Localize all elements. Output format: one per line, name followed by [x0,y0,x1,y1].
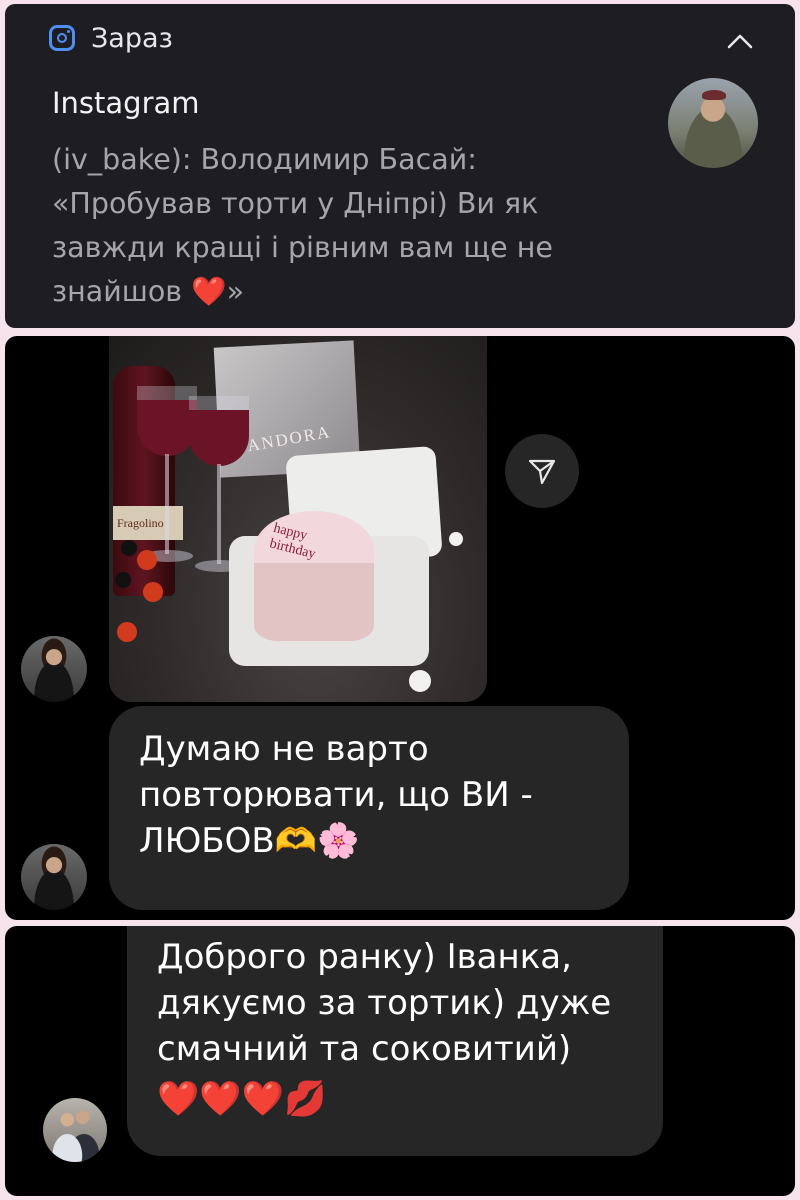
message-text: Доброго ранку) Іванка, дякуємо за тортик… [157,937,612,1069]
sender-avatar[interactable] [43,1098,107,1162]
tomato [143,582,163,602]
bottle-label: Fragolino [113,506,183,540]
snack-skewers [113,536,173,656]
notification-body: (iv_bake): Володимир Басай: «Пробував то… [52,138,642,314]
notification-header: Зараз [49,18,173,58]
table-confetti [449,532,463,546]
heart-emoji: ❤️ [191,275,227,308]
tomato [117,622,137,642]
notification-card[interactable]: Зараз Instagram (iv_bake): Володимир Бас… [5,4,795,328]
cherry-blossom-emoji: 🌸 [317,821,360,861]
olive [115,572,131,588]
shared-photo[interactable]: PANDORA Fragolino happy birthday [109,336,487,702]
table-confetti [409,670,431,692]
beret-shape [702,90,726,100]
heart-hands-emoji: 🫶 [274,821,318,861]
chat-thread-2: Доброго ранку) Іванка, дякуємо за тортик… [5,926,795,1196]
chat-thread-1: PANDORA Fragolino happy birthday Думаю н… [5,336,795,920]
message-bubble[interactable]: Доброго ранку) Іванка, дякуємо за тортик… [127,926,663,1156]
notification-body-text: (iv_bake): Володимир Басай: «Пробував то… [52,143,553,308]
wine-glass [137,386,197,456]
tomato [137,550,157,570]
instagram-icon [49,25,75,51]
hearts-kiss-emoji: ❤️❤️❤️💋 [157,1079,327,1119]
notification-body-end: » [226,275,245,308]
glass-stem [217,464,221,564]
share-button[interactable] [505,434,579,508]
sender-avatar[interactable] [21,636,87,702]
wine-glass [189,396,249,466]
message-bubble[interactable]: Думаю не варто повторювати, що ВИ - ЛЮБО… [109,706,629,910]
chevron-up-icon[interactable] [725,26,755,56]
sender-avatar[interactable] [21,844,87,910]
sender-avatar[interactable] [668,78,758,168]
notification-time: Зараз [91,22,173,54]
olive [121,540,137,556]
send-icon [528,459,556,485]
notification-app-name: Instagram [52,86,200,120]
